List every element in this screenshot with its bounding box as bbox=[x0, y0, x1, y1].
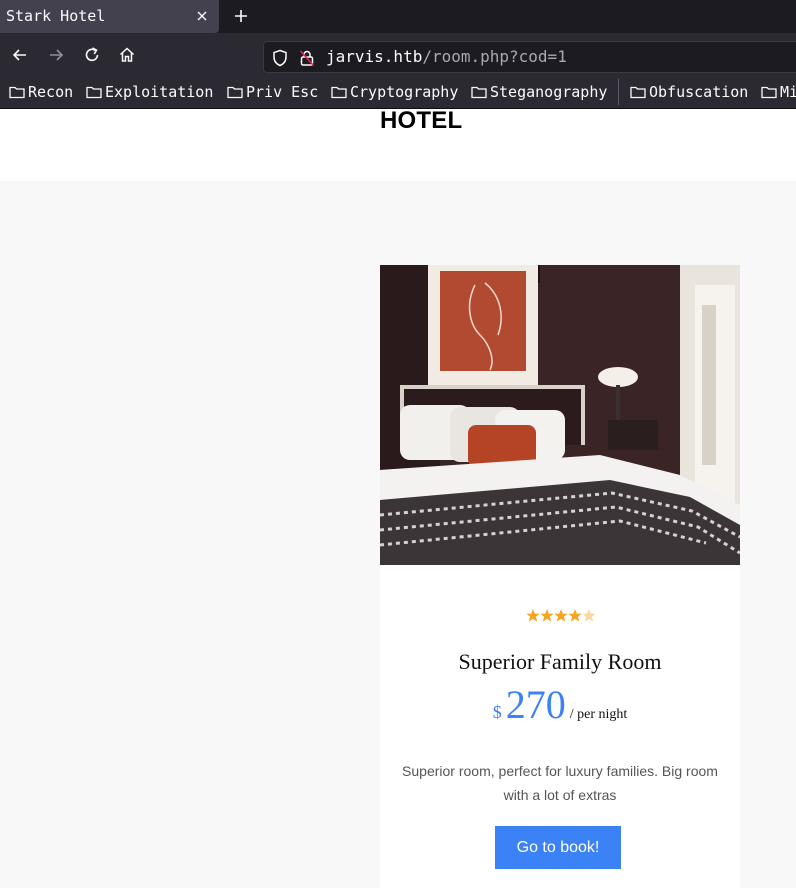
bookmark-label: Cryptography bbox=[350, 83, 459, 101]
folder-icon bbox=[471, 86, 487, 99]
star-icon bbox=[554, 609, 568, 622]
price-value: 270 bbox=[505, 682, 566, 727]
bookmark-label: Exploitation bbox=[105, 83, 214, 101]
price-unit: / per night bbox=[569, 707, 628, 722]
bookmark-label: Steganography bbox=[490, 83, 608, 101]
tab-title: Stark Hotel bbox=[6, 7, 106, 25]
folder-icon bbox=[227, 86, 243, 99]
tab-stark-hotel[interactable]: Stark Hotel bbox=[0, 0, 219, 33]
room-photo bbox=[380, 265, 740, 565]
close-icon[interactable] bbox=[196, 7, 208, 25]
reload-icon[interactable] bbox=[82, 45, 102, 65]
folder-icon bbox=[331, 86, 347, 99]
home-icon[interactable] bbox=[117, 45, 137, 65]
bookmarks-toolbar: Recon Exploitation Priv Esc Cryptography… bbox=[0, 75, 796, 109]
insecure-lock-icon[interactable] bbox=[298, 49, 316, 67]
forward-arrow-icon[interactable] bbox=[46, 45, 66, 65]
shield-icon[interactable] bbox=[271, 49, 289, 67]
nav-toolbar: jarvis.htb/room.php?cod=1 bbox=[0, 33, 796, 75]
room-description-text: Superior room, perfect for luxury famili… bbox=[402, 763, 718, 803]
folder-icon bbox=[9, 86, 25, 99]
folder-icon bbox=[86, 86, 102, 99]
room-card: Superior Family Room $ 270 / per night S… bbox=[380, 265, 740, 888]
bookmark-label: Recon bbox=[28, 83, 74, 101]
url-host: jarvis.htb bbox=[326, 47, 423, 66]
star-icon bbox=[568, 609, 582, 622]
url-bar[interactable]: jarvis.htb/room.php?cod=1 bbox=[263, 41, 796, 73]
plus-icon[interactable] bbox=[231, 6, 251, 26]
folder-icon bbox=[630, 86, 646, 99]
star-icon bbox=[526, 609, 540, 622]
bookmark-label: Obfuscation bbox=[649, 83, 749, 101]
bookmark-label: Mi bbox=[780, 83, 796, 101]
back-arrow-icon[interactable] bbox=[10, 45, 30, 65]
site-brand[interactable]: HOTEL bbox=[380, 107, 462, 135]
bookmark-label: Priv Esc bbox=[246, 83, 319, 101]
star-icon bbox=[582, 609, 596, 622]
tab-bar: Stark Hotel bbox=[0, 0, 796, 33]
site-header: HOTEL bbox=[0, 107, 796, 181]
url-text[interactable]: jarvis.htb/room.php?cod=1 bbox=[326, 47, 567, 66]
book-button[interactable]: Go to book! bbox=[495, 826, 621, 869]
page-content: HOTEL Superior Family Room $ 270 / per n… bbox=[0, 107, 796, 888]
price-currency: $ bbox=[492, 702, 502, 722]
rating-stars bbox=[526, 609, 596, 622]
room-price: $ 270 / per night bbox=[380, 681, 740, 728]
star-icon bbox=[540, 609, 554, 622]
url-path: /room.php?cod=1 bbox=[422, 47, 567, 66]
folder-icon bbox=[761, 86, 777, 99]
bookmark-separator bbox=[618, 79, 619, 105]
room-title: Superior Family Room bbox=[458, 649, 662, 674]
